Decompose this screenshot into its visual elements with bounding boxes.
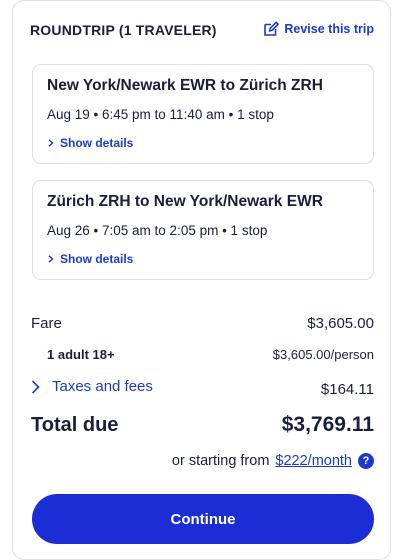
flight-card-outbound: New York/Newark EWR to Zürich ZRH Aug 19… xyxy=(32,64,374,164)
total-label: Total due xyxy=(31,414,119,436)
traveler-amount: $3,605.00/person xyxy=(272,347,374,362)
traveler-fare-row: 1 adult 18+ $3,605.00/person xyxy=(31,347,374,362)
monthly-prefix: or starting from xyxy=(171,453,270,469)
question-icon[interactable]: ? xyxy=(358,453,374,469)
trip-title: ROUNDTRIP (1 TRAVELER) xyxy=(30,22,217,38)
total-row: Total due $3,769.11 xyxy=(31,413,374,437)
edit-icon xyxy=(264,21,280,36)
chevron-right-icon xyxy=(48,255,54,263)
flight-times: Aug 26 • 7:05 am to 2:05 pm • 1 stop xyxy=(47,223,268,238)
flight-route: New York/Newark EWR to Zürich ZRH xyxy=(47,77,323,94)
total-amount: $3,769.11 xyxy=(281,413,374,436)
show-details-label: Show details xyxy=(60,252,134,266)
monthly-payment-info: or starting from $222/month ? xyxy=(172,453,374,469)
flight-card-return: Zürich ZRH to New York/Newark EWR Aug 26… xyxy=(32,180,374,280)
taxes-row: Taxes and fees $164.11 xyxy=(31,378,374,398)
fare-label: Fare xyxy=(31,315,62,332)
show-details-link[interactable]: Show details xyxy=(47,252,133,266)
traveler-label: 1 adult 18+ xyxy=(47,347,115,362)
fare-row: Fare $3,605.00 xyxy=(31,315,374,332)
flight-route: Zürich ZRH to New York/Newark EWR xyxy=(47,193,323,210)
revise-trip-link[interactable]: Revise this trip xyxy=(263,21,374,37)
taxes-label: Taxes and fees xyxy=(52,378,153,395)
chevron-right-icon xyxy=(31,379,40,394)
taxes-amount: $164.11 xyxy=(320,380,374,398)
chevron-right-icon xyxy=(48,139,54,147)
flight-times: Aug 19 • 6:45 pm to 11:40 am • 1 stop xyxy=(47,107,274,122)
taxes-and-fees-toggle[interactable]: Taxes and fees xyxy=(31,378,153,395)
show-details-link[interactable]: Show details xyxy=(47,136,133,150)
show-details-label: Show details xyxy=(60,136,134,150)
revise-trip-label: Revise this trip xyxy=(284,22,374,36)
trip-summary-panel: ROUNDTRIP (1 TRAVELER) Revise this trip … xyxy=(12,0,391,560)
trip-header: ROUNDTRIP (1 TRAVELER) Revise this trip xyxy=(30,21,374,41)
continue-button[interactable]: Continue xyxy=(32,494,374,544)
monthly-payment-link[interactable]: $222/month xyxy=(275,453,352,469)
fare-amount: $3,605.00 xyxy=(307,315,374,332)
